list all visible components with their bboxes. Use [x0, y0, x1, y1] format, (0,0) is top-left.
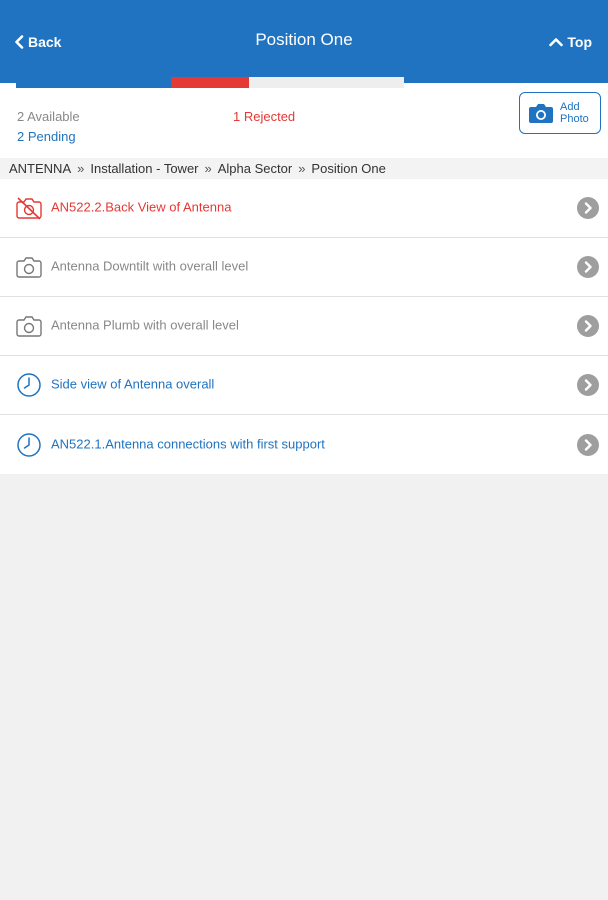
add-photo-button[interactable]: Add Photo [519, 92, 601, 134]
breadcrumb-item[interactable]: Installation - Tower [90, 161, 198, 176]
top-button[interactable]: Top [549, 32, 592, 52]
rejected-count: 1 Rejected [233, 109, 296, 124]
list-item[interactable]: Antenna Downtilt with overall level [0, 238, 608, 297]
list-item-label: AN522.1.Antenna connections with first s… [51, 435, 325, 451]
clock-icon [16, 432, 42, 458]
chevron-right-icon [577, 197, 599, 219]
page-title: Position One [255, 30, 353, 49]
camera-off-icon [16, 195, 42, 221]
breadcrumb: ANTENNA » Installation - Tower » Alpha S… [0, 158, 608, 178]
list-item[interactable]: Side view of Antenna overall [0, 356, 608, 415]
list-item[interactable]: Antenna Plumb with overall level [0, 297, 608, 356]
available-count: 2 Available [17, 109, 80, 124]
progress-available-segment [16, 77, 172, 88]
progress-rejected-segment [171, 77, 249, 88]
list-item-label: AN522.2.Back View of Antenna [51, 199, 232, 215]
camera-icon [16, 254, 42, 280]
breadcrumb-separator: » [204, 160, 212, 176]
top-app-bar: Back Position One Top [0, 0, 608, 83]
chevron-right-icon [577, 256, 599, 278]
pending-count: 2 Pending [17, 129, 76, 144]
camera-icon [16, 313, 42, 339]
add-photo-label-line1: Add [560, 101, 580, 113]
photo-task-list: AN522.2.Back View of Antenna Antenna Dow… [0, 179, 608, 474]
list-item[interactable]: AN522.2.Back View of Antenna [0, 179, 608, 238]
breadcrumb-separator: » [77, 160, 85, 176]
chevron-right-icon [577, 315, 599, 337]
chevron-up-icon [549, 38, 564, 47]
breadcrumb-item[interactable]: Alpha Sector [218, 161, 292, 176]
list-item-label: Side view of Antenna overall [51, 376, 215, 392]
top-label: Top [567, 34, 592, 50]
status-panel [0, 83, 608, 158]
breadcrumb-item-current: Position One [311, 160, 386, 176]
breadcrumb-item[interactable]: ANTENNA [9, 161, 71, 176]
chevron-right-icon [577, 433, 599, 456]
add-photo-label: Add Photo [560, 101, 589, 125]
add-photo-label-line2: Photo [560, 113, 589, 125]
breadcrumb-separator: » [298, 160, 306, 176]
camera-icon [529, 104, 553, 123]
progress-bar [16, 77, 404, 88]
list-item[interactable]: AN522.1.Antenna connections with first s… [0, 415, 608, 474]
list-item-label: Antenna Downtilt with overall level [51, 258, 249, 274]
chevron-right-icon [577, 374, 599, 396]
list-item-label: Antenna Plumb with overall level [51, 317, 239, 333]
clock-icon [16, 372, 42, 398]
